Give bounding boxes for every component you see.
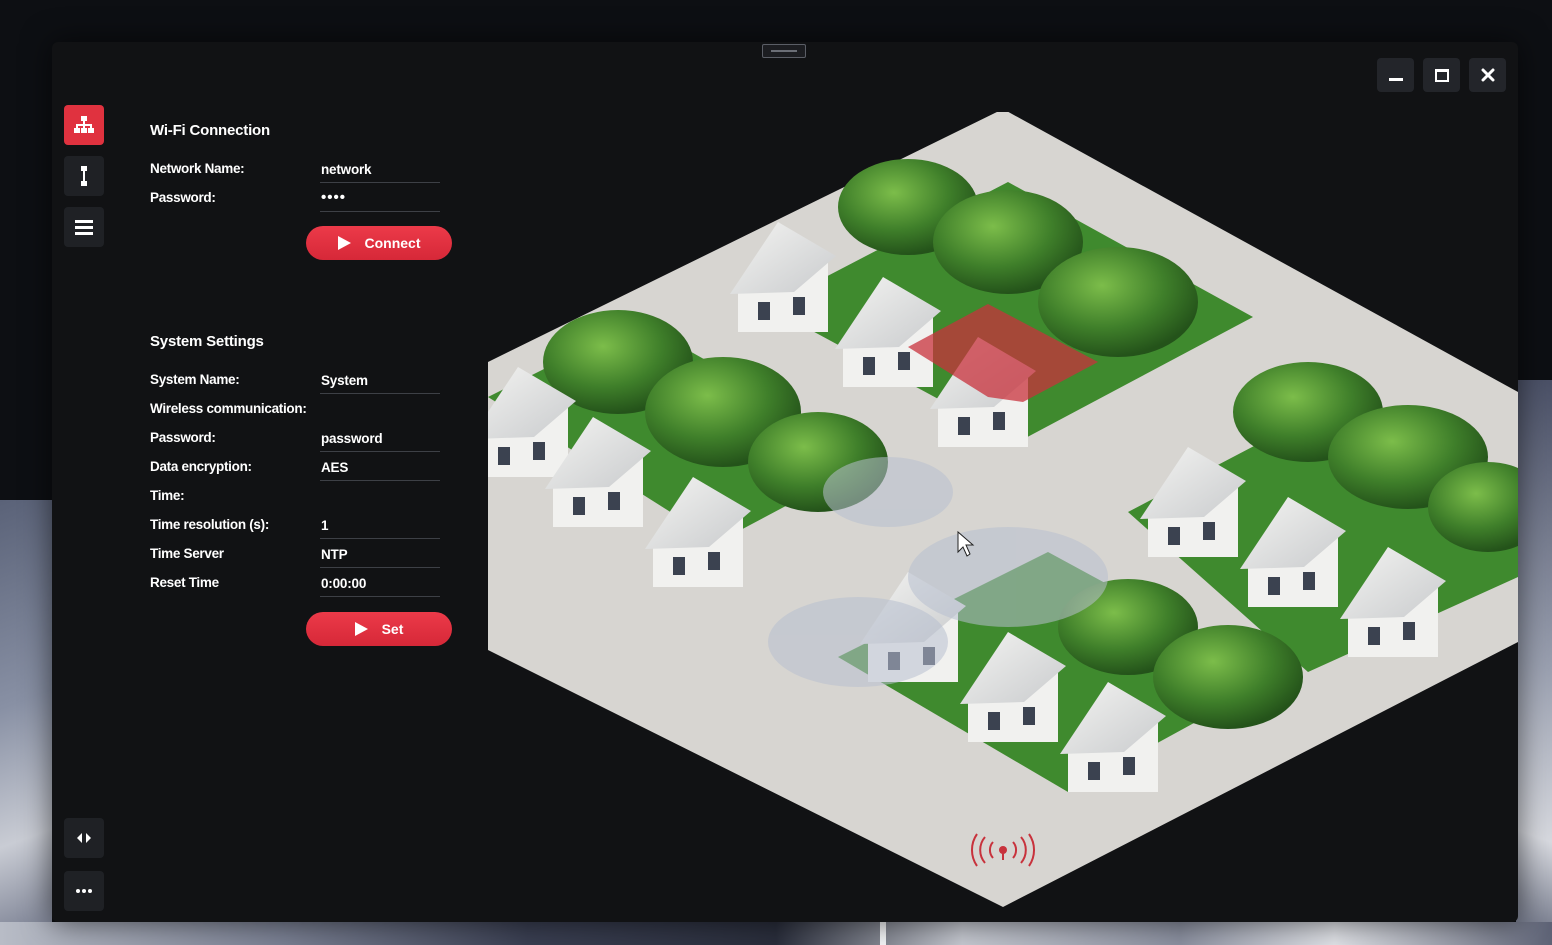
time-resolution-label: Time resolution (s):	[150, 517, 270, 532]
code-toggle-button[interactable]	[64, 818, 104, 858]
wifi-password-row: Password: ••••	[150, 190, 470, 219]
encryption-row: Data encryption: AES	[150, 459, 470, 488]
maximize-icon	[1434, 68, 1449, 82]
window-controls	[1377, 58, 1506, 92]
system-name-label: System Name:	[150, 372, 240, 387]
wifi-section-title: Wi-Fi Connection	[150, 122, 270, 139]
network-name-input[interactable]: network	[320, 161, 440, 183]
neighborhood-map[interactable]	[488, 112, 1518, 912]
time-row: Time:	[150, 488, 470, 517]
minimize-button[interactable]	[1377, 58, 1414, 92]
time-server-label: Time Server	[150, 546, 224, 561]
connector-icon	[81, 166, 87, 186]
wifi-password-input[interactable]: ••••	[320, 190, 440, 212]
more-icon	[76, 889, 92, 893]
wireless-row: Wireless communication:	[150, 401, 470, 430]
time-server-row: Time Server NTP	[150, 546, 470, 575]
reset-time-label: Reset Time	[150, 575, 219, 590]
system-name-row: System Name: System	[150, 372, 470, 401]
side-rail-bottom	[64, 818, 104, 922]
settings-panel: Wi-Fi Connection Network Name: network P…	[150, 122, 470, 664]
system-password-input[interactable]: password	[320, 430, 440, 452]
maximize-button[interactable]	[1423, 58, 1460, 92]
system-password-row: Password: password	[150, 430, 470, 459]
close-button[interactable]	[1469, 58, 1506, 92]
minimize-icon	[1388, 77, 1403, 81]
window-drag-handle[interactable]	[762, 44, 806, 58]
backdrop-shape-bottom	[0, 922, 1552, 945]
system-password-label: Password:	[150, 430, 216, 445]
wireless-communication-label: Wireless communication:	[150, 401, 307, 416]
encryption-label: Data encryption:	[150, 459, 252, 474]
encryption-input[interactable]: AES	[320, 459, 440, 481]
set-button[interactable]: Set	[306, 612, 452, 646]
backdrop-shape-left	[0, 500, 52, 945]
play-icon	[354, 622, 368, 636]
wifi-password-label: Password:	[150, 190, 216, 205]
time-resolution-row: Time resolution (s): 1	[150, 517, 470, 546]
set-button-label: Set	[381, 621, 404, 637]
reset-time-row: Reset Time 0:00:00	[150, 575, 470, 604]
network-name-label: Network Name:	[150, 161, 245, 176]
close-icon	[1481, 68, 1494, 82]
time-server-input[interactable]: NTP	[320, 546, 440, 568]
connect-button-label: Connect	[364, 235, 421, 251]
side-rail	[64, 105, 104, 258]
rail-menu-button[interactable]	[64, 207, 104, 247]
rail-network-button[interactable]	[64, 105, 104, 145]
code-arrows-icon	[77, 833, 91, 843]
system-section-title: System Settings	[150, 333, 264, 350]
system-name-input[interactable]: System	[320, 372, 440, 394]
time-label: Time:	[150, 488, 185, 503]
app-window: Wi-Fi Connection Network Name: network P…	[52, 42, 1518, 922]
connect-button-area: Connect	[150, 219, 470, 309]
time-resolution-input[interactable]: 1	[320, 517, 440, 539]
connect-button[interactable]: Connect	[306, 226, 452, 260]
more-button[interactable]	[64, 871, 104, 911]
set-button-area: Set	[150, 604, 470, 664]
network-tree-icon	[74, 116, 94, 133]
backdrop-divider	[880, 922, 886, 945]
reset-time-input[interactable]: 0:00:00	[320, 575, 440, 597]
rail-connector-button[interactable]	[64, 156, 104, 196]
backdrop-shape-right	[1516, 380, 1552, 945]
menu-icon	[75, 220, 93, 235]
network-name-row: Network Name: network	[150, 161, 470, 190]
play-icon	[337, 236, 351, 250]
